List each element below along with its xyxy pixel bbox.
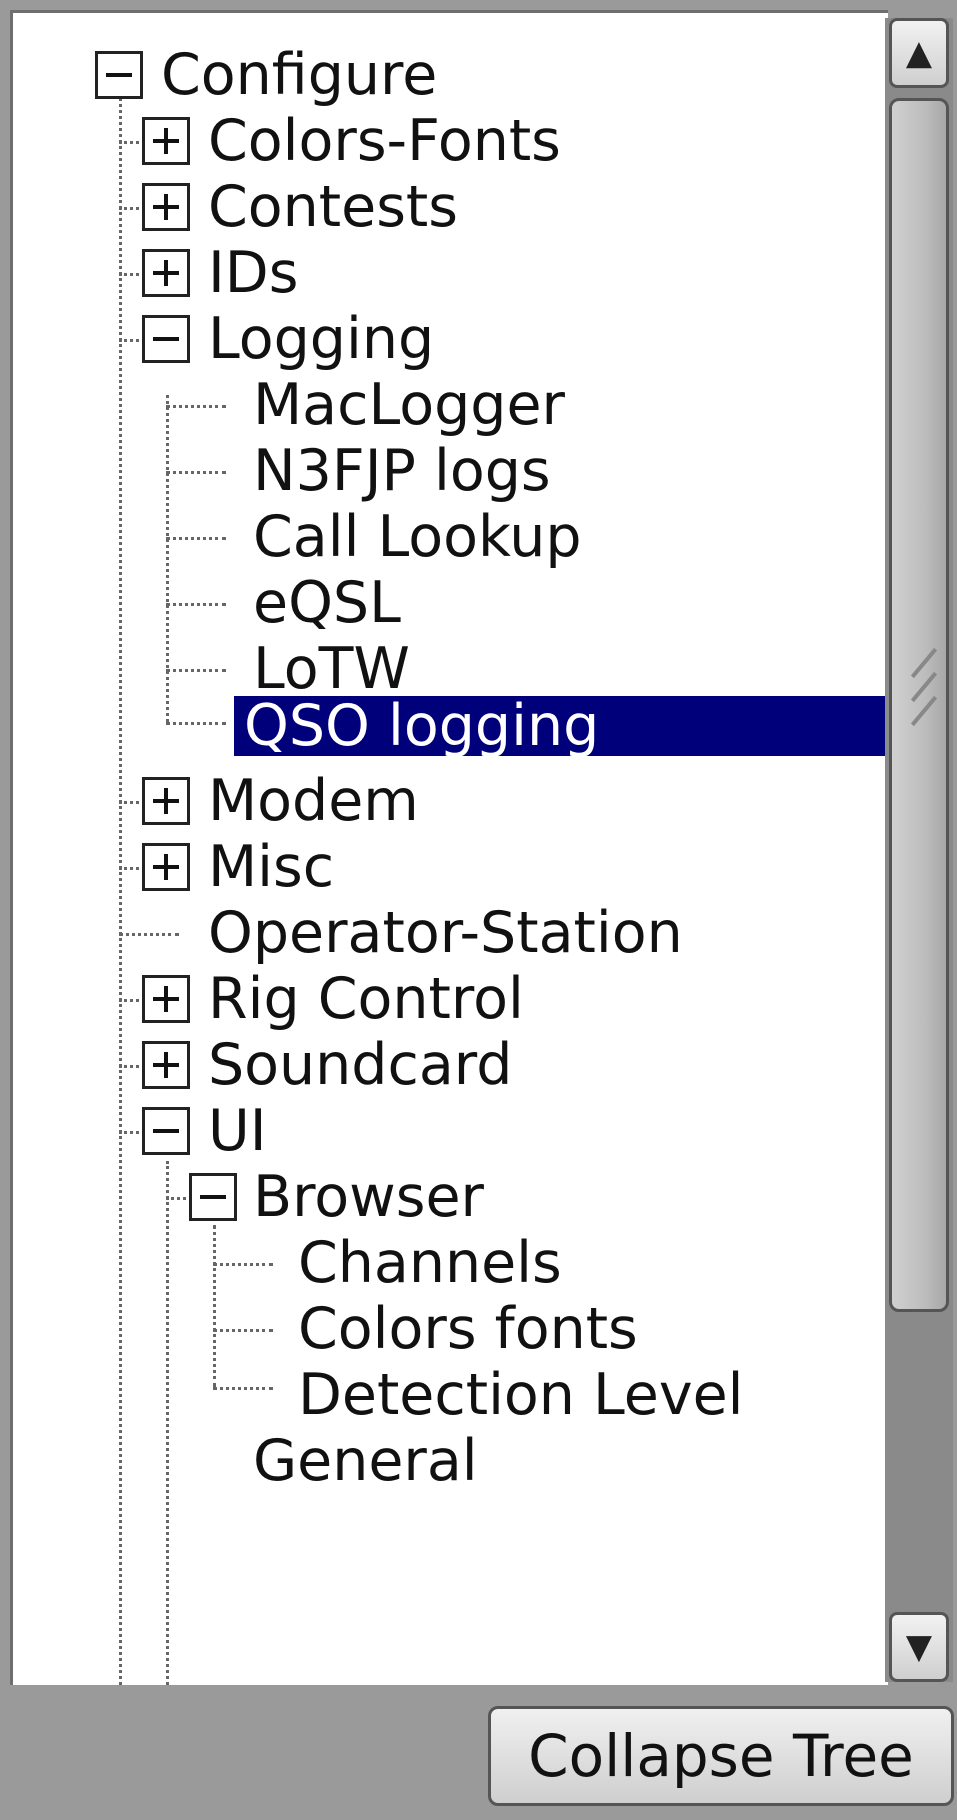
tree-node-label: Colors-Fonts [208, 108, 561, 174]
tree-line [119, 933, 179, 936]
expand-toggle-icon[interactable] [142, 843, 190, 891]
config-panel: Configure Colors-Fonts Contests IDs Logg… [0, 0, 957, 1820]
expand-toggle-icon[interactable] [142, 1041, 190, 1089]
expand-toggle-icon[interactable] [142, 975, 190, 1023]
tree-line [119, 85, 122, 1685]
tree-node-label: Misc [208, 834, 335, 900]
tree-node-label: Operator-Station [208, 900, 683, 966]
scroll-up-button[interactable]: ▲ [889, 18, 949, 88]
tree-line [213, 1225, 216, 1387]
tree-node-qso-logging[interactable]: QSO logging [234, 696, 888, 756]
tree-line [213, 1263, 273, 1266]
tree-node-label: Soundcard [208, 1032, 513, 1098]
tree-line [213, 1387, 273, 1390]
tree-line [166, 405, 226, 408]
collapse-tree-button[interactable]: Collapse Tree [488, 1706, 954, 1806]
tree-node-ids[interactable]: IDs [198, 237, 308, 309]
tree-scrollbar[interactable]: ▲ ▼ [885, 18, 953, 1682]
tree-node-channels[interactable]: Channels [288, 1227, 572, 1299]
tree-node-label: N3FJP logs [253, 438, 551, 504]
tree-line [166, 1161, 169, 1685]
collapse-toggle-icon[interactable] [142, 1107, 190, 1155]
tree-line [213, 1329, 273, 1332]
tree-node-label: Logging [208, 306, 435, 372]
tree-node-contests[interactable]: Contests [198, 171, 468, 243]
tree-line [166, 471, 226, 474]
expand-toggle-icon[interactable] [142, 249, 190, 297]
tree-node-configure[interactable]: Configure [151, 39, 447, 111]
tree-node-label: IDs [208, 240, 299, 306]
tree-node-label: Modem [208, 768, 419, 834]
tree-node-colors-fonts[interactable]: Colors-Fonts [198, 105, 571, 177]
config-tree[interactable]: Configure Colors-Fonts Contests IDs Logg… [10, 10, 888, 1685]
tree-node-rig-control[interactable]: Rig Control [198, 963, 534, 1035]
scroll-down-button[interactable]: ▼ [889, 1612, 949, 1682]
tree-node-eqsl[interactable]: eQSL [243, 567, 411, 639]
tree-node-label: Call Lookup [253, 504, 582, 570]
tree-line [166, 603, 226, 606]
expand-toggle-icon[interactable] [142, 777, 190, 825]
tree-node-colors-fonts-browser[interactable]: Colors fonts [288, 1293, 648, 1365]
tree-node-call-lookup[interactable]: Call Lookup [243, 501, 592, 573]
expand-toggle-icon[interactable] [142, 117, 190, 165]
tree-node-label: Configure [161, 42, 438, 108]
tree-line [166, 722, 226, 725]
collapse-toggle-icon[interactable] [142, 315, 190, 363]
tree-node-label: Rig Control [208, 966, 524, 1032]
tree-node-general[interactable]: General [243, 1425, 488, 1497]
tree-line [166, 537, 226, 540]
tree-line [166, 669, 226, 672]
tree-node-label: General [253, 1428, 478, 1494]
tree-node-soundcard[interactable]: Soundcard [198, 1029, 522, 1101]
chevron-down-icon: ▼ [905, 1627, 933, 1667]
tree-node-label: Detection Level [298, 1362, 744, 1428]
collapse-toggle-icon[interactable] [189, 1173, 237, 1221]
tree-node-operator-station[interactable]: Operator-Station [198, 897, 693, 969]
scroll-thumb[interactable] [889, 98, 949, 1312]
tree-node-ui[interactable]: UI [198, 1095, 277, 1167]
tree-node-label: Contests [208, 174, 458, 240]
tree-line [166, 395, 169, 722]
tree-node-browser[interactable]: Browser [243, 1161, 494, 1233]
chevron-up-icon: ▲ [905, 33, 933, 73]
tree-node-logging[interactable]: Logging [198, 303, 444, 375]
tree-node-misc[interactable]: Misc [198, 831, 344, 903]
tree-node-label: UI [208, 1098, 267, 1164]
tree-node-n3fjp-logs[interactable]: N3FJP logs [243, 435, 561, 507]
tree-node-maclogger[interactable]: MacLogger [243, 369, 575, 441]
tree-node-label: QSO logging [234, 696, 888, 756]
tree-node-label: MacLogger [253, 372, 565, 438]
collapse-toggle-icon[interactable] [95, 51, 143, 99]
tree-node-label: Channels [298, 1230, 562, 1296]
tree-node-detection-level[interactable]: Detection Level [288, 1359, 753, 1431]
tree-node-modem[interactable]: Modem [198, 765, 429, 837]
tree-node-label: Colors fonts [298, 1296, 638, 1362]
tree-node-label: eQSL [253, 570, 401, 636]
tree-node-label: Browser [253, 1164, 484, 1230]
expand-toggle-icon[interactable] [142, 183, 190, 231]
